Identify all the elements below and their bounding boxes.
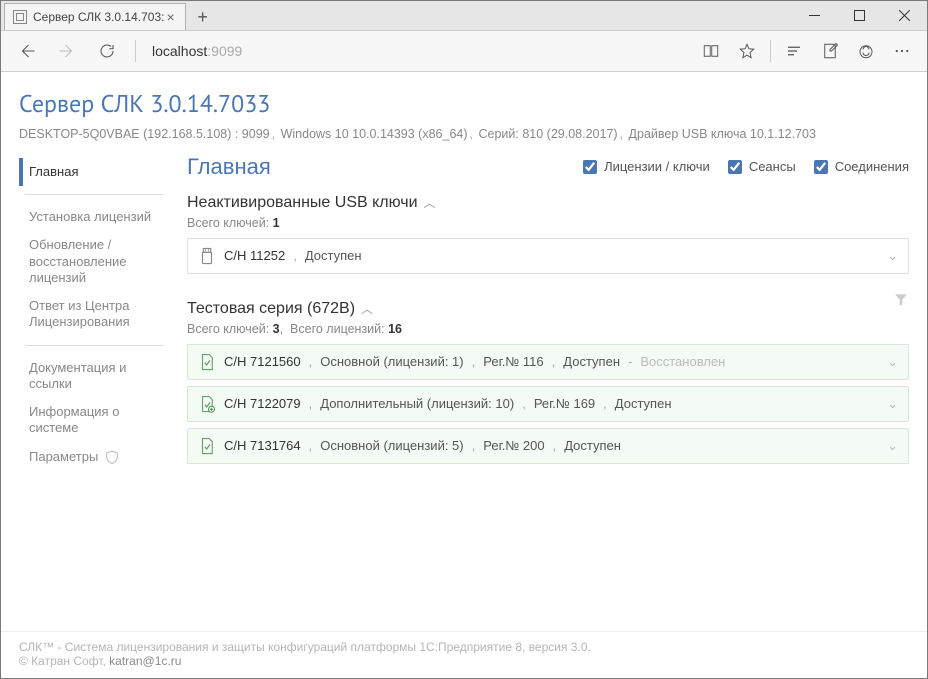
usb-section-sub: Всего ключей: 1 <box>187 216 909 230</box>
browser-toolbar: localhost:9099 <box>1 31 927 72</box>
favorite-icon[interactable] <box>730 37 764 65</box>
titlebar: Сервер СЛК 3.0.14.703: × + <box>1 1 927 31</box>
forward-button[interactable] <box>49 37 85 65</box>
back-button[interactable] <box>9 37 45 65</box>
footer-prefix: © Катран Софт, <box>19 654 109 668</box>
sidebar-item-update[interactable]: Обновление / восстановление лицензий <box>19 231 169 292</box>
app-window: Сервер СЛК 3.0.14.703: × + <box>0 0 928 679</box>
footer-email[interactable]: katran@1c.ru <box>109 654 181 668</box>
page-title: Сервер СЛК 3.0.14.7033 <box>19 88 909 119</box>
footer-line1: СЛК™ - Система лицензирования и защиты к… <box>19 640 909 654</box>
reading-view-icon[interactable] <box>694 37 728 65</box>
sidebar-item-docs[interactable]: Документация и ссылки <box>19 354 169 399</box>
filter-sessions[interactable]: Сеансы <box>724 157 796 177</box>
chevron-down-icon: ⌄ <box>887 438 898 454</box>
tab-title: Сервер СЛК 3.0.14.703: <box>33 10 164 24</box>
address-host: localhost <box>152 43 207 59</box>
browser-tab[interactable]: Сервер СЛК 3.0.14.703: × <box>4 3 186 30</box>
chevron-down-icon: ⌄ <box>887 248 898 264</box>
tab-close-icon[interactable]: × <box>164 10 176 24</box>
sidebar-item-settings[interactable]: Параметры <box>19 443 169 471</box>
page-icon <box>13 10 27 24</box>
address-bar[interactable]: localhost:9099 <box>146 43 682 59</box>
hub-icon[interactable] <box>777 37 811 65</box>
shield-icon <box>104 449 120 465</box>
usb-status: Доступен <box>305 248 362 263</box>
license-row[interactable]: С/Н 7131764, Основной (лицензий: 5), Рег… <box>187 428 909 464</box>
filter-icon[interactable] <box>893 291 909 310</box>
sidebar-item-sysinfo[interactable]: Информация о системе <box>19 398 169 443</box>
notes-icon[interactable] <box>813 37 847 65</box>
more-icon[interactable] <box>885 37 919 65</box>
maximize-button[interactable] <box>837 1 882 30</box>
usb-icon <box>198 247 216 265</box>
window-controls <box>792 1 927 30</box>
chevron-down-icon: ⌄ <box>887 396 898 412</box>
sidebar-item-label: Параметры <box>29 449 98 465</box>
test-section-title[interactable]: Тестовая серия (672B) ︿ <box>187 300 373 318</box>
usb-sn: С/Н 11252 <box>224 248 285 263</box>
address-port: :9099 <box>207 43 242 59</box>
file-check-icon <box>198 353 216 371</box>
test-section-sub: Всего ключей: 3, Всего лицензий: 16 <box>187 322 909 336</box>
usb-key-row[interactable]: С/Н 11252, Доступен ⌄ <box>187 238 909 274</box>
file-check-icon <box>198 437 216 455</box>
page-subtitle: DESKTOP-5Q0VBAE (192.168.5.108) : 9099, … <box>19 125 909 144</box>
file-plus-icon <box>198 395 216 413</box>
host-info: DESKTOP-5Q0VBAE (192.168.5.108) : 9099 <box>19 127 270 141</box>
filter-licenses-cb[interactable] <box>583 160 597 174</box>
usb-section-title[interactable]: Неактивированные USB ключи ︿ <box>187 194 909 212</box>
chevron-up-icon: ︿ <box>424 194 436 211</box>
sidebar-item-install[interactable]: Установка лицензий <box>19 203 169 231</box>
chevron-up-icon: ︿ <box>361 300 373 317</box>
close-button[interactable] <box>882 1 927 30</box>
chevron-down-icon: ⌄ <box>887 354 898 370</box>
main-title: Главная <box>187 154 271 180</box>
filter-connections-cb[interactable] <box>814 160 828 174</box>
sidebar: Главная Установка лицензий Обновление / … <box>19 154 169 631</box>
driver-info: Драйвер USB ключа 10.1.12.703 <box>629 127 816 141</box>
filters: Лицензии / ключи Сеансы Соединения <box>579 157 909 177</box>
filter-licenses[interactable]: Лицензии / ключи <box>579 157 710 177</box>
series-info: Серий: 810 (29.08.2017) <box>479 127 618 141</box>
license-row[interactable]: С/Н 7122079, Дополнительный (лицензий: 1… <box>187 386 909 422</box>
filter-connections[interactable]: Соединения <box>810 157 909 177</box>
sidebar-item-response[interactable]: Ответ из Центра Лицензирования <box>19 292 169 337</box>
sidebar-item-home[interactable]: Главная <box>19 158 169 186</box>
tabstrip: Сервер СЛК 3.0.14.703: × + <box>1 1 217 30</box>
refresh-button[interactable] <box>89 37 125 65</box>
filter-sessions-cb[interactable] <box>728 160 742 174</box>
share-icon[interactable] <box>849 37 883 65</box>
footer: СЛК™ - Система лицензирования и защиты к… <box>1 631 927 678</box>
license-row[interactable]: С/Н 7121560, Основной (лицензий: 1), Рег… <box>187 344 909 380</box>
page: Сервер СЛК 3.0.14.7033 DESKTOP-5Q0VBAE (… <box>1 72 927 678</box>
minimize-button[interactable] <box>792 1 837 30</box>
new-tab-button[interactable]: + <box>189 5 217 30</box>
main-content: Главная Лицензии / ключи Сеансы Соединен… <box>169 154 909 631</box>
os-info: Windows 10 10.0.14393 (x86_64) <box>281 127 468 141</box>
